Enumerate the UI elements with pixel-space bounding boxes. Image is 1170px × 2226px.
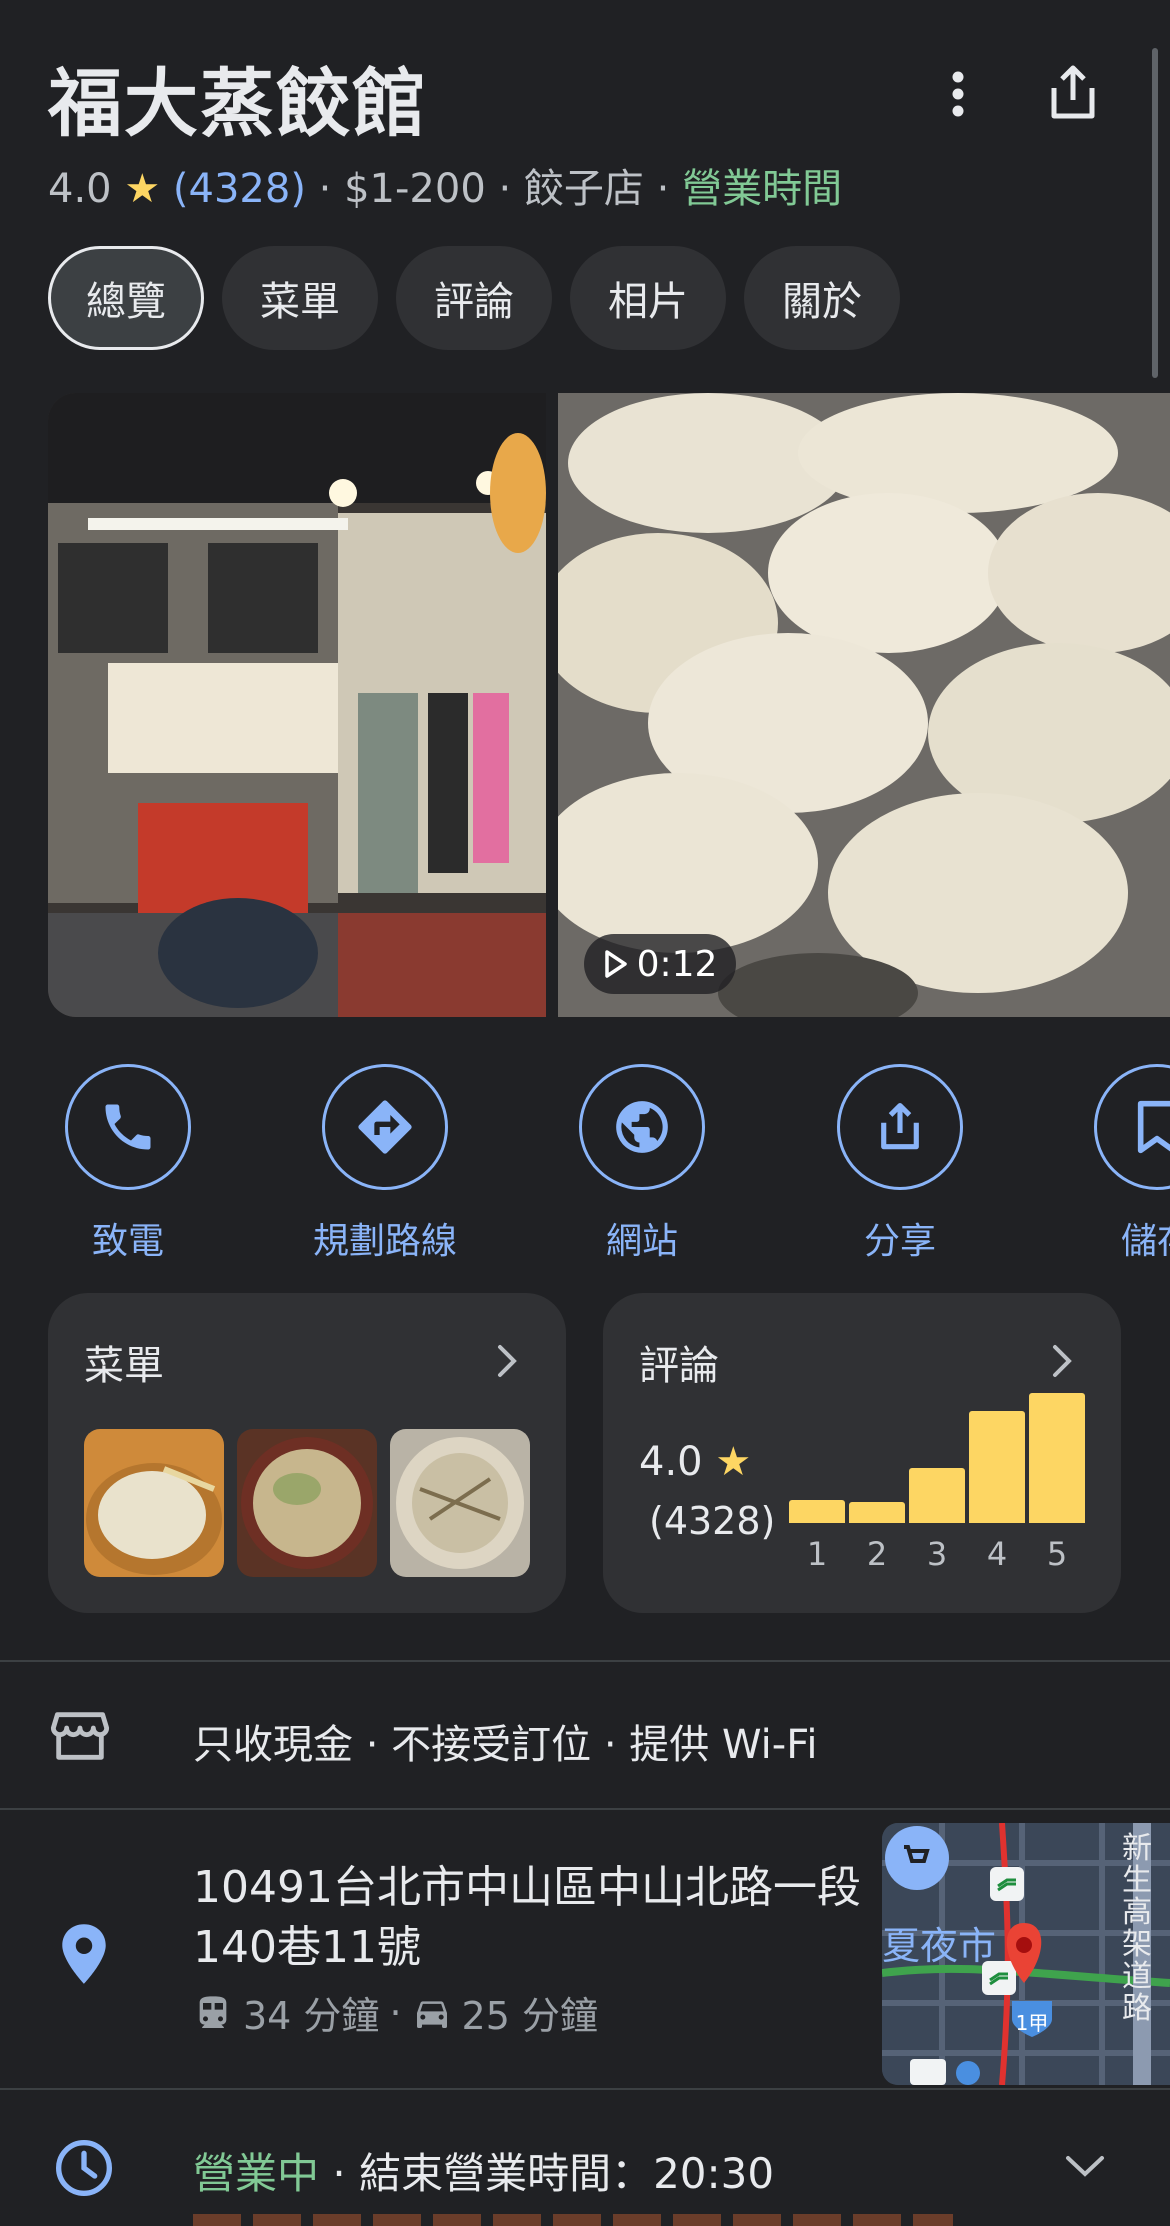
price-range: $1-200 bbox=[344, 166, 486, 212]
call-button[interactable]: 致電 bbox=[8, 1064, 248, 1264]
map-label-market: 夏夜市 bbox=[882, 1924, 997, 1968]
chevron-right-icon bbox=[1053, 1345, 1072, 1377]
rating-value: 4.0 bbox=[639, 1439, 703, 1485]
rating-value: 4.0 bbox=[48, 166, 112, 212]
category: 餃子店 bbox=[523, 166, 644, 212]
review-count: (4328) bbox=[649, 1499, 776, 1543]
service-attributes: 只收現金 · 不接受訂位 · 提供 Wi-Fi bbox=[193, 1722, 818, 1768]
save-label: 儲存 bbox=[1120, 1221, 1170, 1262]
phone-icon bbox=[105, 1104, 151, 1150]
hours-link[interactable]: 營業時間 bbox=[682, 166, 842, 212]
separator: · bbox=[656, 166, 670, 212]
rating-bar-label: 5 bbox=[1046, 1535, 1068, 1573]
more-options-button[interactable] bbox=[923, 58, 993, 128]
globe-icon bbox=[616, 1101, 668, 1153]
place-title: 福大蒸餃館 bbox=[48, 61, 428, 147]
separator: · bbox=[319, 2149, 360, 2198]
share-header-button[interactable] bbox=[1038, 58, 1108, 128]
call-label: 致電 bbox=[91, 1221, 164, 1262]
share-button[interactable]: 分享 bbox=[780, 1064, 1020, 1264]
divider bbox=[0, 1660, 1170, 1662]
star-icon: ★ bbox=[124, 166, 161, 212]
directions-button[interactable]: 規劃路線 bbox=[265, 1064, 505, 1264]
expand-hours-button[interactable] bbox=[1060, 2146, 1110, 2190]
rating-bar-label: 3 bbox=[926, 1535, 948, 1573]
play-icon bbox=[604, 950, 627, 978]
star-icon: ★ bbox=[715, 1439, 752, 1485]
reviews-card[interactable]: 評論 4.0 ★ (4328) 12345 bbox=[603, 1293, 1121, 1613]
map-label-road: 新生高架道路 bbox=[1122, 1831, 1152, 2026]
rating-bar-label: 2 bbox=[866, 1535, 888, 1573]
transit-icon bbox=[199, 1995, 227, 2028]
divider bbox=[0, 1808, 1170, 1810]
review-count-link[interactable]: (4328) bbox=[173, 166, 306, 212]
tab-about[interactable]: 關於 bbox=[744, 246, 900, 350]
share-icon bbox=[1051, 65, 1095, 119]
rating-bar-label: 4 bbox=[986, 1535, 1008, 1573]
chevron-right-icon bbox=[498, 1345, 517, 1377]
divider bbox=[0, 2088, 1170, 2090]
video-duration: 0:12 bbox=[636, 943, 718, 985]
place-meta: 4.0 ★ (4328) · $1-200 · 餃子店 · 營業時間 bbox=[48, 156, 842, 214]
hours-summary[interactable]: 營業中 · 結束營業時間：20:30 bbox=[193, 2140, 774, 2201]
rating-bar-2 bbox=[849, 1502, 905, 1523]
store-icon bbox=[48, 1704, 112, 1772]
transit-time: 34 分鐘 bbox=[243, 1994, 380, 2038]
bookmark-icon bbox=[1137, 1100, 1170, 1154]
tab-bar: 總覽 菜單 評論 相片 關於 bbox=[48, 246, 900, 350]
menu-thumbnail[interactable] bbox=[237, 1429, 377, 1577]
open-status: 營業中 bbox=[193, 2149, 320, 2198]
directions-label: 規劃路線 bbox=[312, 1221, 457, 1262]
dish-photo bbox=[84, 1429, 224, 1577]
rating-bar-5 bbox=[1029, 1393, 1085, 1523]
closing-time: 結束營業時間：20:30 bbox=[359, 2149, 775, 2198]
share-icon bbox=[881, 1103, 919, 1150]
clock-icon bbox=[52, 2136, 116, 2204]
save-button[interactable]: 儲存 bbox=[1037, 1064, 1170, 1264]
rating-bar-1 bbox=[789, 1500, 845, 1523]
rating-bar-4 bbox=[969, 1411, 1025, 1523]
rating-summary: 4.0 ★ bbox=[639, 1439, 751, 1485]
chevron-down-icon bbox=[1066, 2156, 1104, 2177]
map-label-shield: 1甲 bbox=[1015, 2011, 1049, 2035]
travel-times: 34 分鐘 · 25 分鐘 bbox=[193, 1985, 598, 2040]
map-thumbnail[interactable]: 夏夜市 新生高架道路 1甲 bbox=[882, 1823, 1170, 2085]
rating-bar-label: 1 bbox=[806, 1535, 828, 1573]
rating-bar-3 bbox=[909, 1468, 965, 1523]
scrollbar[interactable] bbox=[1152, 48, 1158, 378]
rating-distribution: 12345 bbox=[789, 1393, 1085, 1573]
location-pin-icon bbox=[56, 1922, 112, 1990]
menu-thumbnail[interactable] bbox=[84, 1429, 224, 1577]
tab-photos[interactable]: 相片 bbox=[570, 246, 726, 350]
separator: · bbox=[389, 1990, 402, 2035]
tab-overview[interactable]: 總覽 bbox=[48, 246, 204, 350]
dumplings-image bbox=[558, 393, 1170, 1017]
menu-card-title: 菜單 bbox=[84, 1343, 164, 1389]
separator: · bbox=[498, 166, 512, 212]
dish-photo bbox=[390, 1429, 530, 1577]
directions-icon bbox=[358, 1100, 412, 1154]
share-label: 分享 bbox=[863, 1221, 936, 1262]
drive-time: 25 分鐘 bbox=[461, 1994, 598, 2038]
more-vert-icon bbox=[952, 71, 964, 117]
next-row-peek bbox=[193, 2206, 953, 2226]
separator: · bbox=[318, 166, 332, 212]
website-label: 網站 bbox=[605, 1221, 678, 1262]
tab-menu[interactable]: 菜單 bbox=[222, 246, 378, 350]
menu-thumbnail[interactable] bbox=[390, 1429, 530, 1577]
car-icon bbox=[416, 2000, 447, 2028]
menu-card[interactable]: 菜單 bbox=[48, 1293, 566, 1613]
video-duration-badge: 0:12 bbox=[584, 934, 736, 994]
website-button[interactable]: 網站 bbox=[522, 1064, 762, 1264]
tab-reviews[interactable]: 評論 bbox=[396, 246, 552, 350]
dish-photo bbox=[237, 1429, 377, 1577]
storefront-image bbox=[48, 393, 546, 1017]
reviews-card-title: 評論 bbox=[639, 1343, 719, 1389]
storefront-photo[interactable] bbox=[48, 393, 546, 1017]
address-text[interactable]: 10491台北市中山區中山北路一段140巷11號 bbox=[193, 1858, 873, 1978]
action-row: 致電 規劃路線 網站 分享 儲 bbox=[0, 1064, 1170, 1264]
dumplings-video[interactable] bbox=[558, 393, 1170, 1017]
